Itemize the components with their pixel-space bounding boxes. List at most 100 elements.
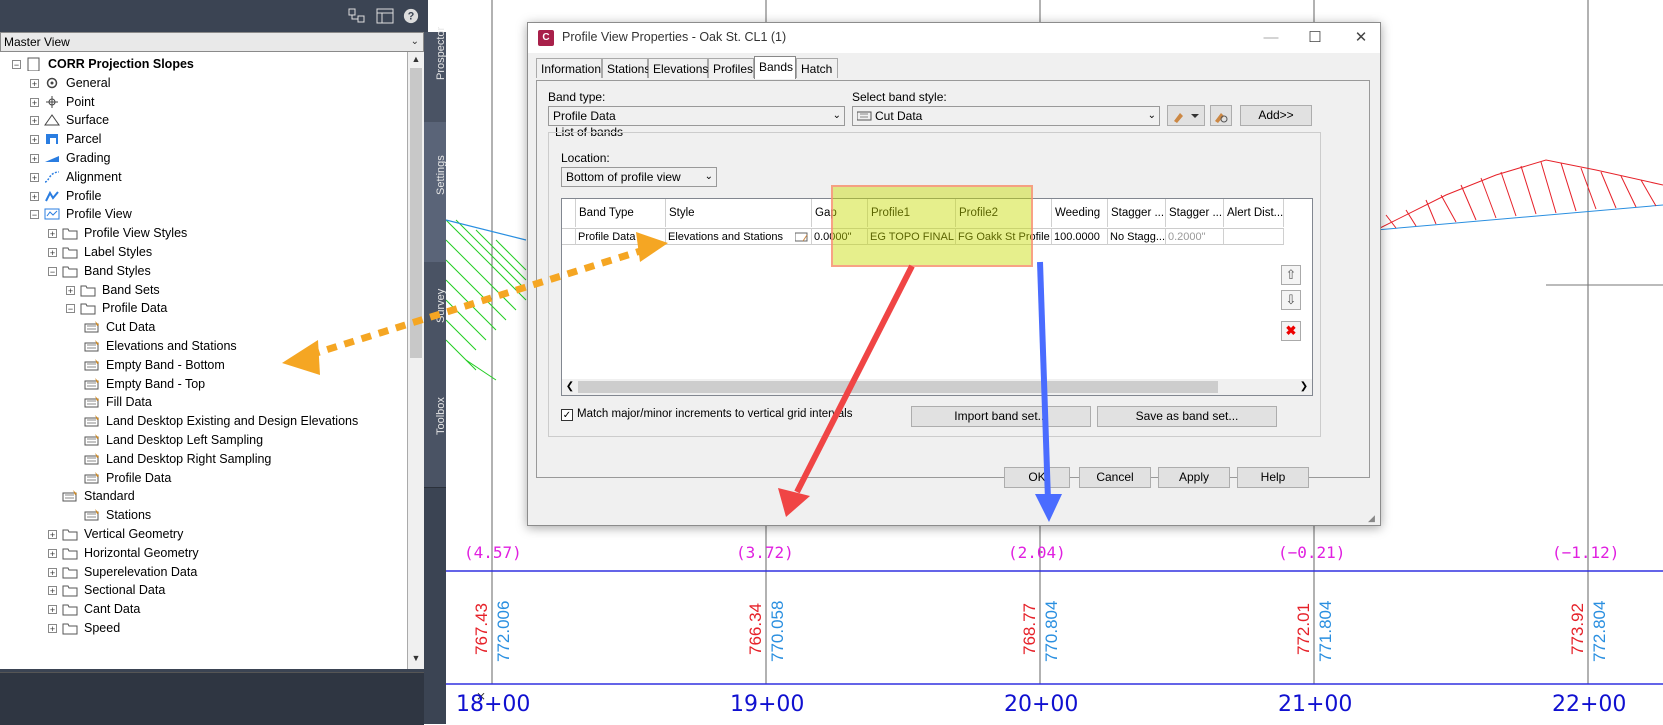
tree-item[interactable]: + Surface [0,110,400,130]
tree-item[interactable]: Standard [0,486,400,506]
band-type-select[interactable]: Profile Data ⌄ [548,106,845,126]
tree-item[interactable]: + Superelevation Data [0,562,400,582]
cell-weeding[interactable]: 100.0000 [1052,228,1108,245]
cancel-button[interactable]: Cancel [1079,467,1151,488]
column-header[interactable]: Style [666,199,812,227]
tree-item[interactable]: Profile Data [0,468,400,488]
grid-hscrollbar[interactable]: ❮ ❯ [562,379,1312,395]
dialog-title-bar[interactable]: C Profile View Properties - Oak St. CL1 … [528,23,1380,53]
help-icon[interactable]: ? [402,8,420,24]
expand-icon[interactable]: + [30,97,39,107]
move-down-button[interactable]: ⇩ [1281,290,1301,310]
tree-item[interactable]: + Band Sets [0,280,400,300]
tree-item[interactable]: Empty Band - Top [0,374,400,394]
band-style-select[interactable]: Cut Data ⌄ [852,106,1160,126]
tab-bands[interactable]: Bands [754,56,796,79]
tab-prospector[interactable]: Prospector [424,27,447,123]
tree-item[interactable]: + Label Styles [0,242,400,262]
move-up-button[interactable]: ⇧ [1281,265,1301,285]
tree-item[interactable]: − Band Styles [0,261,400,281]
tree-item[interactable]: − CORR Projection Slopes [0,54,400,74]
help-button[interactable]: Help [1237,467,1309,488]
scroll-up-icon[interactable]: ▲ [408,54,424,68]
scroll-right-icon[interactable]: ❯ [1296,379,1312,395]
scrollbar-thumb[interactable] [578,381,1218,393]
tree-item[interactable]: + Profile [0,186,400,206]
expand-icon[interactable]: + [48,530,57,540]
expand-icon[interactable]: + [30,135,39,145]
cell-alert-distance[interactable] [1224,228,1284,245]
expand-icon[interactable]: + [48,624,57,634]
minimize-icon[interactable]: — [1256,27,1286,49]
collapse-icon[interactable]: − [30,210,39,220]
column-header[interactable]: Stagger ... [1108,199,1166,227]
cell-style[interactable]: Elevations and Stations [666,228,812,245]
collapse-icon[interactable]: − [48,266,57,276]
resize-grip-icon[interactable]: ◢ [1368,513,1378,523]
expand-icon[interactable]: + [48,248,57,258]
column-header[interactable]: Weeding [1052,199,1108,227]
cell-band-type[interactable]: Profile Data [576,228,666,245]
save-band-set-button[interactable]: Save as band set... [1097,406,1277,427]
collapse-icon[interactable]: − [66,304,75,314]
expand-icon[interactable]: + [48,605,57,615]
cell-stagger[interactable]: No Stagg... [1108,228,1166,245]
add-button[interactable]: Add>> [1240,105,1312,126]
cell-stagger-height[interactable]: 0.2000" [1166,228,1224,245]
tab-survey[interactable]: Survey [424,262,447,378]
tree-item[interactable]: Stations [0,505,400,525]
tree-view-icon[interactable] [348,8,366,24]
style-picker-icon[interactable] [795,231,809,243]
ok-button[interactable]: OK [1004,467,1070,488]
tree-item[interactable]: + Alignment [0,167,400,187]
tab-settings[interactable]: Settings [424,122,447,263]
delete-band-button[interactable]: ✖ [1281,321,1301,341]
import-band-set-button[interactable]: Import band set... [911,406,1091,427]
location-select[interactable]: Bottom of profile view ⌄ [561,167,717,187]
tab-information[interactable]: Information [536,58,602,78]
apply-button[interactable]: Apply [1158,467,1230,488]
tree-scrollbar[interactable]: ▲ ▼ [408,52,424,669]
expand-icon[interactable]: + [30,191,39,201]
expand-icon[interactable]: + [48,567,57,577]
maximize-icon[interactable]: ☐ [1300,27,1330,49]
scroll-down-icon[interactable]: ▼ [408,653,424,667]
tree-item[interactable]: Fill Data [0,392,400,412]
tree-item[interactable]: + Profile View Styles [0,223,400,243]
row-header[interactable] [562,228,576,245]
expand-icon[interactable]: + [30,116,39,126]
tab-stations[interactable]: Stations [602,58,650,78]
preview-style-button[interactable] [1210,105,1232,126]
column-header[interactable]: Alert Dist... [1224,199,1284,227]
tree-item[interactable]: Land Desktop Left Sampling [0,430,400,450]
tree-item[interactable]: Elevations and Stations [0,336,400,356]
tab-hatch[interactable]: Hatch [796,58,838,78]
tree-item[interactable]: Land Desktop Right Sampling [0,449,400,469]
view-select[interactable]: Master View ⌄ [0,32,424,52]
tree-item[interactable]: + General [0,73,400,93]
tree-item[interactable]: + Point [0,92,400,112]
expand-icon[interactable]: + [48,229,57,239]
expand-icon[interactable]: + [66,285,75,295]
tab-toolbox[interactable]: Toolbox [424,377,447,488]
close-icon[interactable]: ✕ [1346,27,1376,49]
tree-item[interactable]: Land Desktop Existing and Design Elevati… [0,411,400,431]
match-checkbox[interactable]: ✓ [561,409,573,421]
expand-icon[interactable]: + [30,172,39,182]
expand-icon[interactable]: + [30,78,39,88]
tree-item[interactable]: + Cant Data [0,599,400,619]
tree-item[interactable]: + Speed [0,618,400,638]
column-header[interactable]: Band Type [576,199,666,227]
collapse-icon[interactable]: − [12,60,21,70]
tree-item[interactable]: + Grading [0,148,400,168]
expand-icon[interactable]: + [48,586,57,596]
tab-elevations[interactable]: Elevations [648,58,708,78]
column-header[interactable]: Stagger ... [1166,199,1224,227]
expand-icon[interactable]: + [48,548,57,558]
tree-item[interactable]: Cut Data [0,317,400,337]
scroll-left-icon[interactable]: ❮ [562,379,578,395]
tree-item[interactable]: − Profile Data [0,298,400,318]
tree-item[interactable]: Empty Band - Bottom [0,355,400,375]
tab-profiles[interactable]: Profiles [708,58,754,78]
tree-item[interactable]: − Profile View [0,204,400,224]
